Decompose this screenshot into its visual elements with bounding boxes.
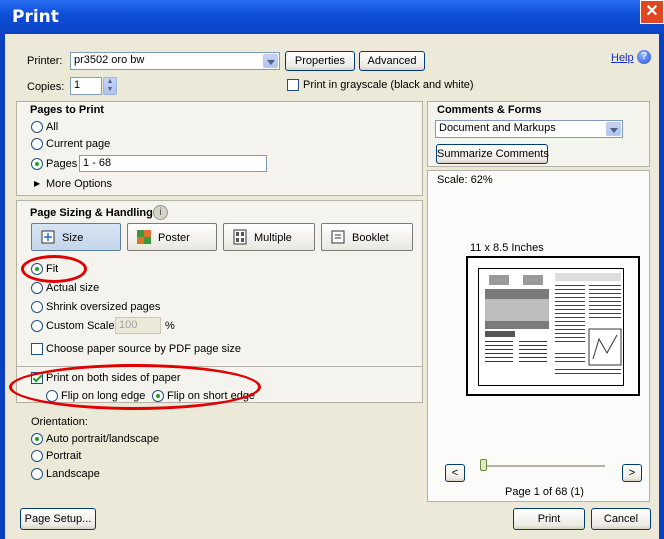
comments-title: Comments & Forms — [437, 104, 542, 116]
printer-label: Printer: — [27, 55, 63, 67]
annotation-circle-duplex — [9, 364, 261, 410]
cancel-button[interactable]: Cancel — [591, 508, 651, 530]
document-thumbnail — [481, 271, 622, 385]
pages-to-print-title: Pages to Print — [30, 104, 104, 116]
printer-value: pr3502 oro bw — [74, 54, 145, 66]
annotation-circle-fit — [21, 255, 87, 283]
dialog-title: Print — [12, 7, 59, 27]
copies-label: Copies: — [27, 81, 65, 93]
custom-scale-label: Custom Scale: — [46, 320, 118, 332]
print-dialog: Print ✕ Printer: pr3502 oro bw Propertie… — [0, 0, 664, 539]
actual-size-label: Actual size — [46, 282, 100, 294]
actual-size-radio[interactable] — [31, 282, 43, 294]
page-count-label: Page 1 of 68 (1) — [505, 486, 584, 498]
print-button[interactable]: Print — [513, 508, 585, 530]
pages-range-radio[interactable] — [31, 158, 43, 170]
pages-range-input[interactable]: 1 - 68 — [79, 155, 267, 172]
copies-input[interactable]: 1 — [70, 77, 102, 95]
auto-orientation-label: Auto portrait/landscape — [46, 433, 160, 445]
percent-label: % — [165, 320, 175, 332]
multiple-icon — [233, 229, 247, 245]
current-page-label: Current page — [46, 138, 111, 150]
poster-icon — [137, 230, 151, 244]
landscape-radio[interactable] — [31, 468, 43, 480]
next-page-button[interactable]: > — [622, 464, 642, 482]
portrait-radio[interactable] — [31, 450, 43, 462]
page-setup-button[interactable]: Page Setup... — [20, 508, 96, 530]
page-preview — [466, 256, 640, 396]
tab-poster[interactable]: Poster — [127, 223, 217, 251]
chevron-down-icon[interactable] — [263, 54, 278, 68]
tab-booklet[interactable]: Booklet — [321, 223, 413, 251]
pages-range-label: Pages — [46, 158, 78, 170]
booklet-icon — [331, 230, 345, 244]
page-preview-content — [478, 268, 624, 386]
paper-source-label: Choose paper source by PDF page size — [46, 343, 242, 355]
help-icon[interactable]: ? — [637, 50, 651, 64]
shrink-oversized-label: Shrink oversized pages — [46, 301, 161, 313]
page-slider-track[interactable] — [483, 465, 605, 467]
paper-size-label: 11 x 8.5 Inches — [470, 242, 544, 254]
tab-size[interactable]: Size — [31, 223, 121, 251]
page-sizing-title: Page Sizing & Handling — [30, 207, 153, 219]
tab-poster-label: Poster — [158, 232, 190, 244]
page-slider-handle[interactable] — [480, 459, 487, 471]
comments-select[interactable]: Document and Markups — [435, 120, 623, 138]
scale-label: Scale: 62% — [437, 174, 493, 186]
shrink-oversized-radio[interactable] — [31, 301, 43, 313]
tab-booklet-label: Booklet — [352, 232, 389, 244]
tab-multiple[interactable]: Multiple — [223, 223, 315, 251]
dialog-body: Printer: pr3502 oro bw Properties Advanc… — [5, 34, 659, 539]
all-pages-radio[interactable] — [31, 121, 43, 133]
more-options-link[interactable]: More Options — [46, 178, 112, 190]
comments-value: Document and Markups — [439, 122, 556, 134]
summarize-comments-button[interactable]: Summarize Comments — [436, 144, 549, 164]
help-link[interactable]: Help — [611, 52, 634, 64]
advanced-button[interactable]: Advanced — [359, 51, 425, 71]
expand-triangle-icon[interactable]: ▶ — [34, 179, 40, 188]
orientation-label: Orientation: — [31, 416, 88, 428]
grayscale-checkbox[interactable] — [287, 79, 299, 91]
size-icon — [41, 230, 55, 244]
landscape-label: Landscape — [46, 468, 100, 480]
auto-orientation-radio[interactable] — [31, 433, 43, 445]
close-icon[interactable]: ✕ — [640, 0, 664, 24]
info-icon[interactable]: i — [153, 205, 168, 220]
previous-page-button[interactable]: < — [445, 464, 465, 482]
printer-select[interactable]: pr3502 oro bw — [70, 52, 280, 70]
custom-scale-radio[interactable] — [31, 320, 43, 332]
grayscale-label: Print in grayscale (black and white) — [303, 79, 474, 91]
custom-scale-input[interactable]: 100 — [115, 317, 161, 334]
properties-button[interactable]: Properties — [285, 51, 355, 71]
tab-multiple-label: Multiple — [254, 232, 292, 244]
copies-stepper[interactable]: ▲ ▼ — [103, 77, 117, 95]
current-page-radio[interactable] — [31, 138, 43, 150]
tab-size-label: Size — [62, 232, 84, 244]
paper-source-checkbox[interactable] — [31, 343, 43, 355]
chevron-down-icon[interactable] — [606, 122, 621, 136]
portrait-label: Portrait — [46, 450, 82, 462]
all-pages-label: All — [46, 121, 59, 133]
title-bar[interactable]: Print — [0, 0, 664, 34]
